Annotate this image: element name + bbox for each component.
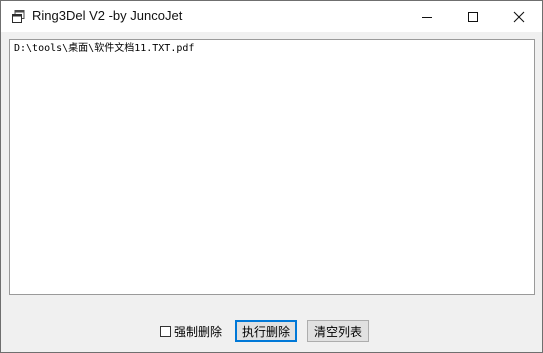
list-item[interactable]: D:\tools\桌面\软件文档11.TXT.pdf — [14, 43, 194, 55]
force-delete-label: 强制删除 — [174, 324, 223, 339]
close-icon — [513, 11, 525, 23]
file-list[interactable]: D:\tools\桌面\软件文档11.TXT.pdf — [9, 39, 535, 295]
force-delete-checkbox[interactable]: 强制删除 — [160, 322, 222, 340]
minimize-button[interactable] — [404, 1, 450, 32]
maximize-button[interactable] — [450, 1, 496, 32]
minimize-icon — [421, 11, 433, 23]
clear-list-button[interactable]: 清空列表 — [307, 320, 369, 342]
main-window: Ring3Del V2 -by JuncoJet D:\tools\桌面\软件文… — [0, 0, 543, 353]
close-button[interactable] — [496, 1, 542, 32]
title-bar[interactable]: Ring3Del V2 -by JuncoJet — [1, 1, 542, 32]
execute-delete-button[interactable]: 执行删除 — [235, 320, 297, 342]
checkbox-box[interactable] — [160, 325, 171, 337]
maximize-icon — [467, 11, 479, 23]
window-title: Ring3Del V2 -by JuncoJet — [32, 8, 183, 23]
app-window-icon — [11, 9, 26, 24]
